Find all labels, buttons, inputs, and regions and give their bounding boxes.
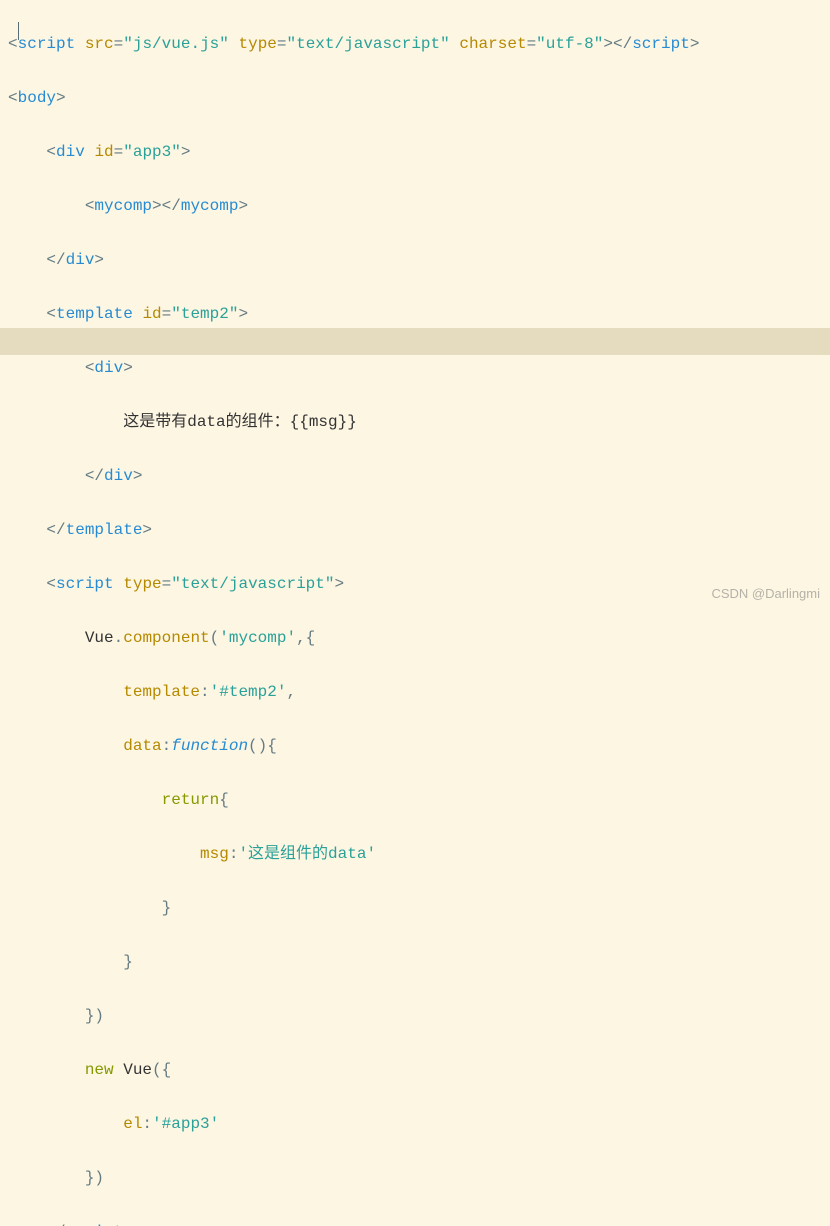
code-block: <script src="js/vue.js" type="text/javas… — [0, 0, 830, 1226]
code-line: data:function(){ — [8, 733, 830, 760]
code-line: <mycomp></mycomp> — [8, 193, 830, 220]
code-line: }) — [8, 1165, 830, 1192]
code-line: 这是带有data的组件：{{msg}} — [8, 409, 830, 436]
code-line: <body> — [8, 85, 830, 112]
code-line: </div> — [8, 463, 830, 490]
code-line: <script src="js/vue.js" type="text/javas… — [8, 31, 830, 58]
watermark: CSDN @Darlingmi — [711, 580, 820, 607]
code-line: template:'#temp2', — [8, 679, 830, 706]
code-line: <div id="app3"> — [8, 139, 830, 166]
code-line: <template id="temp2"> — [8, 301, 830, 328]
code-line: return{ — [8, 787, 830, 814]
code-line: <div> — [8, 355, 830, 382]
code-line: el:'#app3' — [8, 1111, 830, 1138]
code-line: msg:'这是组件的data' — [8, 841, 830, 868]
code-line: </template> — [8, 517, 830, 544]
code-line: new Vue({ — [8, 1057, 830, 1084]
code-line: </script> — [8, 1219, 830, 1226]
code-line: </div> — [8, 247, 830, 274]
code-line: <script type="text/javascript"> — [8, 571, 830, 598]
code-line: }) — [8, 1003, 830, 1030]
code-line: } — [8, 895, 830, 922]
code-line: Vue.component('mycomp',{ — [8, 625, 830, 652]
code-line: } — [8, 949, 830, 976]
